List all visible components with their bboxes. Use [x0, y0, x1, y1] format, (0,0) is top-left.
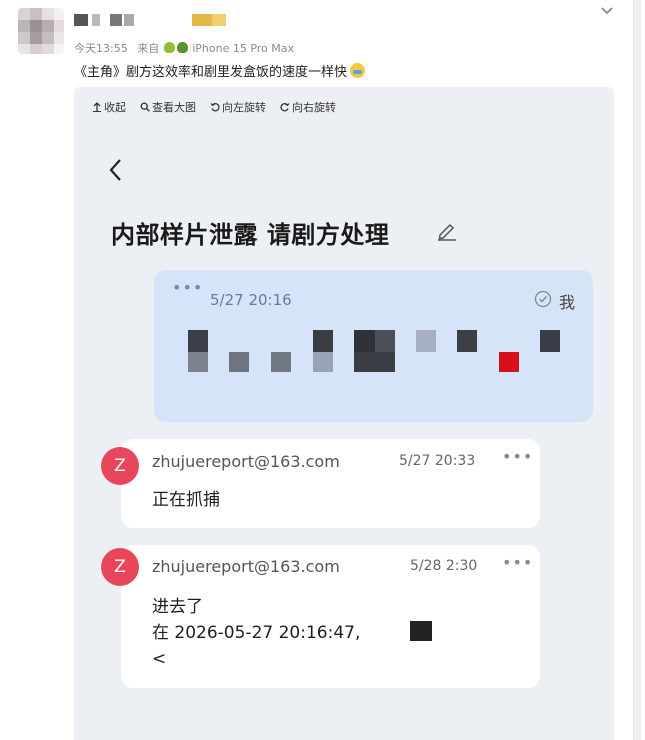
redaction-block — [410, 621, 433, 641]
image-viewer: 收起 查看大图 向左旋转 向右旋转 内部样片泄露 请剧方处理 ••• 5/27 … — [74, 87, 614, 740]
fruit-icon — [176, 42, 188, 53]
collapse-label: 收起 — [104, 101, 126, 114]
rotate-left-button[interactable]: 向左旋转 — [210, 99, 266, 115]
collapse-icon — [93, 102, 101, 112]
username-redacted[interactable] — [74, 14, 244, 32]
reply-line-text: 在 2026-05-27 20:16:47, — [152, 623, 361, 643]
chevron-down-icon[interactable] — [598, 3, 616, 19]
device-name[interactable]: iPhone 15 Pro Max — [192, 42, 294, 55]
reply-time: 5/27 20:33 — [399, 453, 476, 469]
post-body: 《主角》剧方这效率和剧里发盒饭的速度一样快 — [74, 65, 348, 80]
viewer-toolbar: 收起 查看大图 向左旋转 向右旋转 — [92, 99, 336, 115]
sender-email: zhujuereport@163.com — [152, 557, 340, 576]
scrollbar[interactable] — [633, 0, 641, 740]
back-arrow-icon[interactable] — [106, 157, 126, 183]
view-large-button[interactable]: 查看大图 — [140, 99, 196, 115]
rotate-right-button[interactable]: 向右旋转 — [280, 99, 336, 115]
sender-email: zhujuereport@163.com — [152, 452, 340, 471]
mail-subject: 内部样片泄露 请剧方处理 — [111, 221, 390, 249]
rotate-right-label: 向右旋转 — [292, 101, 336, 114]
post-time: 今天13:55 — [74, 42, 128, 55]
emoji-icon — [350, 63, 366, 78]
sent-message-bubble[interactable]: ••• 5/27 20:16 我 — [154, 270, 593, 422]
post-meta: 今天13:55 来自 iPhone 15 Pro Max — [74, 40, 294, 56]
reply-body: 进去了 在 2026-05-27 20:16:47, < — [152, 594, 433, 672]
reply-time: 5/28 2:30 — [410, 558, 478, 574]
reply-line: < — [152, 649, 167, 669]
reply-line: 进去了 — [152, 597, 203, 617]
reply-card[interactable]: Z zhujuereport@163.com 5/27 20:33 ••• 正在… — [101, 439, 540, 528]
avatar[interactable]: Z — [101, 447, 139, 485]
rotate-left-icon — [210, 102, 220, 112]
user-avatar[interactable] — [18, 8, 64, 54]
reply-line: 正在抓捕 — [152, 490, 220, 510]
redacted-content — [154, 270, 593, 422]
reply-line: 在 2026-05-27 20:16:47, — [152, 620, 433, 646]
reply-body: 正在抓捕 — [152, 487, 220, 513]
from-label: 来自 — [137, 42, 160, 55]
zoom-icon — [140, 102, 150, 112]
more-menu-icon[interactable]: ••• — [502, 447, 533, 466]
edit-icon[interactable] — [436, 219, 458, 241]
post-text: 《主角》剧方这效率和剧里发盒饭的速度一样快 — [74, 61, 366, 80]
pear-icon — [163, 42, 175, 53]
avatar[interactable]: Z — [101, 548, 139, 586]
rotate-left-label: 向左旋转 — [222, 101, 266, 114]
rotate-right-icon — [280, 102, 290, 112]
collapse-button[interactable]: 收起 — [92, 99, 126, 115]
reply-card[interactable]: Z zhujuereport@163.com 5/28 2:30 ••• 进去了… — [101, 545, 540, 688]
more-menu-icon[interactable]: ••• — [502, 553, 533, 572]
view-large-label: 查看大图 — [152, 101, 196, 114]
